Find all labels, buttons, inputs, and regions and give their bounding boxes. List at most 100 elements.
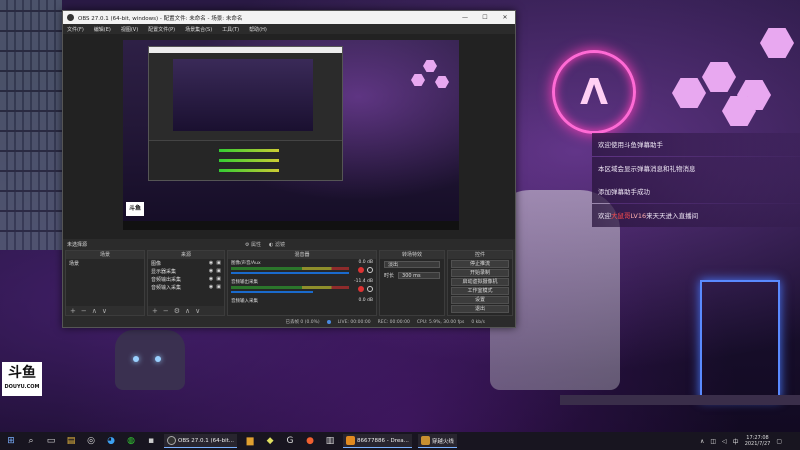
close-button[interactable]: ✕: [495, 14, 515, 21]
douyu-logo-preview: 斗鱼: [126, 202, 144, 216]
live-time: LIVE: 00:00:00: [337, 319, 371, 325]
tray-arrow-icon[interactable]: ∧: [700, 438, 704, 445]
mute-icon[interactable]: [358, 267, 364, 273]
volume-slider[interactable]: [231, 291, 313, 293]
studio-mode-button[interactable]: 工作室模式: [451, 287, 509, 295]
virtual-camera-button[interactable]: 启动虚拟摄像机: [451, 278, 509, 286]
menu-view[interactable]: 视图(V): [121, 26, 138, 33]
preview-area[interactable]: 斗鱼: [63, 34, 515, 239]
settings-button[interactable]: 设置: [451, 296, 509, 304]
wechat-icon[interactable]: ◍: [124, 434, 138, 448]
add-icon[interactable]: +: [152, 307, 158, 315]
audio-mixer-dock[interactable]: 混音器 图像/声音/Aux 0.0 dB 音频输出采集 -11.4 dB 音频输入采…: [227, 250, 377, 316]
app-icon[interactable]: ◆: [263, 434, 277, 448]
move-down-icon[interactable]: ∨: [195, 307, 200, 315]
taskbar-obs-task[interactable]: OBS 27.0.1 (64-bit...: [164, 434, 238, 448]
menu-help[interactable]: 帮助(H): [249, 26, 267, 33]
eye-icon[interactable]: ◉: [209, 260, 213, 266]
remove-icon[interactable]: −: [163, 307, 169, 315]
transition-select[interactable]: 淡出: [384, 261, 440, 268]
eye-icon[interactable]: ◉: [209, 284, 213, 290]
nested-meter: [219, 149, 279, 152]
source-item[interactable]: 音频输出采集 ◉ ▣: [148, 275, 224, 283]
system-tray: ∧ ◫ ◁ 中 17:27:08 2021/7/27 ▢: [700, 435, 800, 447]
lock-icon[interactable]: ▣: [216, 276, 221, 282]
app-icon[interactable]: ▥: [323, 434, 337, 448]
app-icon[interactable]: ▆: [243, 434, 257, 448]
gear-icon[interactable]: [367, 267, 373, 273]
lock-icon[interactable]: ▣: [216, 284, 221, 290]
lock-icon[interactable]: ▣: [216, 260, 221, 266]
mixer-channel[interactable]: 音频输入采集 0.0 dB: [228, 297, 376, 316]
obs-window[interactable]: OBS 27.0.1 (64-bit, windows) - 配置文件: 未命名…: [62, 10, 516, 328]
exit-button[interactable]: 退出: [451, 305, 509, 313]
maximize-button[interactable]: ☐: [475, 14, 495, 21]
chat-username: 大鼠哥: [611, 211, 631, 220]
gear-icon[interactable]: ⚙: [174, 307, 180, 315]
obs-titlebar[interactable]: OBS 27.0.1 (64-bit, windows) - 配置文件: 未命名…: [63, 11, 515, 24]
source-item[interactable]: 显示器采集 ◉ ▣: [148, 267, 224, 275]
move-up-icon[interactable]: ∧: [92, 307, 97, 315]
minimize-button[interactable]: —: [455, 14, 475, 21]
menu-edit[interactable]: 编辑(E): [94, 26, 111, 33]
scene-item[interactable]: 场景: [66, 259, 144, 268]
duration-input[interactable]: 300 ms: [398, 272, 440, 279]
edge-icon[interactable]: ◕: [104, 434, 118, 448]
add-icon[interactable]: +: [70, 307, 76, 315]
mute-icon[interactable]: [358, 286, 364, 292]
hex-light-decoration: [423, 60, 437, 72]
properties-button[interactable]: ⚙ 属性: [245, 241, 261, 248]
controls-dock[interactable]: 控件 停止推流 开始录制 启动虚拟摄像机 工作室模式 设置 退出: [447, 250, 513, 316]
source-item[interactable]: 图像 ◉ ▣: [148, 259, 224, 267]
robot-eye: [133, 356, 139, 362]
mixer-channel[interactable]: 音频输出采集 -11.4 dB: [228, 278, 376, 297]
search-icon[interactable]: ⌕: [24, 434, 38, 448]
gear-icon[interactable]: [367, 286, 373, 292]
app-icon[interactable]: ▪: [144, 434, 158, 448]
remove-icon[interactable]: −: [81, 307, 87, 315]
volume-icon[interactable]: ◁: [722, 438, 727, 445]
stream-preview[interactable]: 斗鱼: [123, 40, 459, 230]
nested-docks: [149, 140, 342, 180]
rec-time: REC: 00:00:00: [377, 319, 410, 325]
file-explorer-icon[interactable]: ▤: [64, 434, 78, 448]
bitrate: 0 kb/s: [471, 319, 485, 325]
eye-icon[interactable]: ◉: [209, 276, 213, 282]
windows-start-icon[interactable]: ⊞: [4, 434, 18, 448]
steam-icon[interactable]: ◎: [84, 434, 98, 448]
eye-icon[interactable]: ◉: [209, 268, 213, 274]
sources-dock[interactable]: 来源 图像 ◉ ▣ 显示器采集 ◉ ▣ 音频输出采集 ◉ ▣ 音频输入采集 ◉ ▣ + − ⚙ ∧ ∨: [147, 250, 225, 316]
chat-message-prefix: 欢迎: [598, 211, 611, 220]
channel-db: -11.4 dB: [353, 279, 373, 284]
taskbar-clock[interactable]: 17:27:08 2021/7/27: [745, 435, 771, 447]
desk: [560, 395, 800, 405]
source-item[interactable]: 音频输入采集 ◉ ▣: [148, 283, 224, 291]
start-recording-button[interactable]: 开始录制: [451, 269, 509, 277]
task-view-icon[interactable]: ▭: [44, 434, 58, 448]
chat-message: 欢迎大鼠哥LV16来天天进入直播间: [592, 203, 800, 227]
menu-file[interactable]: 文件(F): [67, 26, 84, 33]
stop-streaming-button[interactable]: 停止推流: [451, 260, 509, 268]
taskbar-game-task[interactable]: 穿越火线: [417, 434, 457, 448]
transitions-dock[interactable]: 转场特效 淡出 时长 300 ms: [379, 250, 445, 316]
app-icon[interactable]: G: [283, 434, 297, 448]
no-source-selected-label: 未选择源: [67, 242, 88, 248]
chat-message: 添加弹幕助手成功: [592, 180, 800, 203]
menu-scene-collection[interactable]: 场景集合(S): [185, 26, 212, 33]
menu-tools[interactable]: 工具(T): [222, 26, 239, 33]
move-up-icon[interactable]: ∧: [185, 307, 190, 315]
taskbar-douyu-task[interactable]: 86677886 - Drea...: [343, 434, 412, 448]
volume-slider[interactable]: [231, 272, 349, 274]
task-label: 穿越火线: [431, 438, 454, 445]
douyu-logo: 斗鱼 DOUYU.COM: [2, 362, 42, 396]
scenes-dock[interactable]: 场景 场景 + − ∧ ∨: [65, 250, 145, 316]
move-down-icon[interactable]: ∨: [102, 307, 107, 315]
menu-profile[interactable]: 配置文件(P): [148, 26, 175, 33]
notification-icon[interactable]: ▢: [776, 438, 782, 445]
app-icon[interactable]: ●: [303, 434, 317, 448]
ime-icon[interactable]: 中: [733, 437, 739, 446]
lock-icon[interactable]: ▣: [216, 268, 221, 274]
network-icon[interactable]: ◫: [710, 438, 716, 445]
mixer-channel[interactable]: 图像/声音/Aux 0.0 dB: [228, 259, 376, 278]
filters-button[interactable]: ◐ 滤镜: [269, 241, 285, 248]
